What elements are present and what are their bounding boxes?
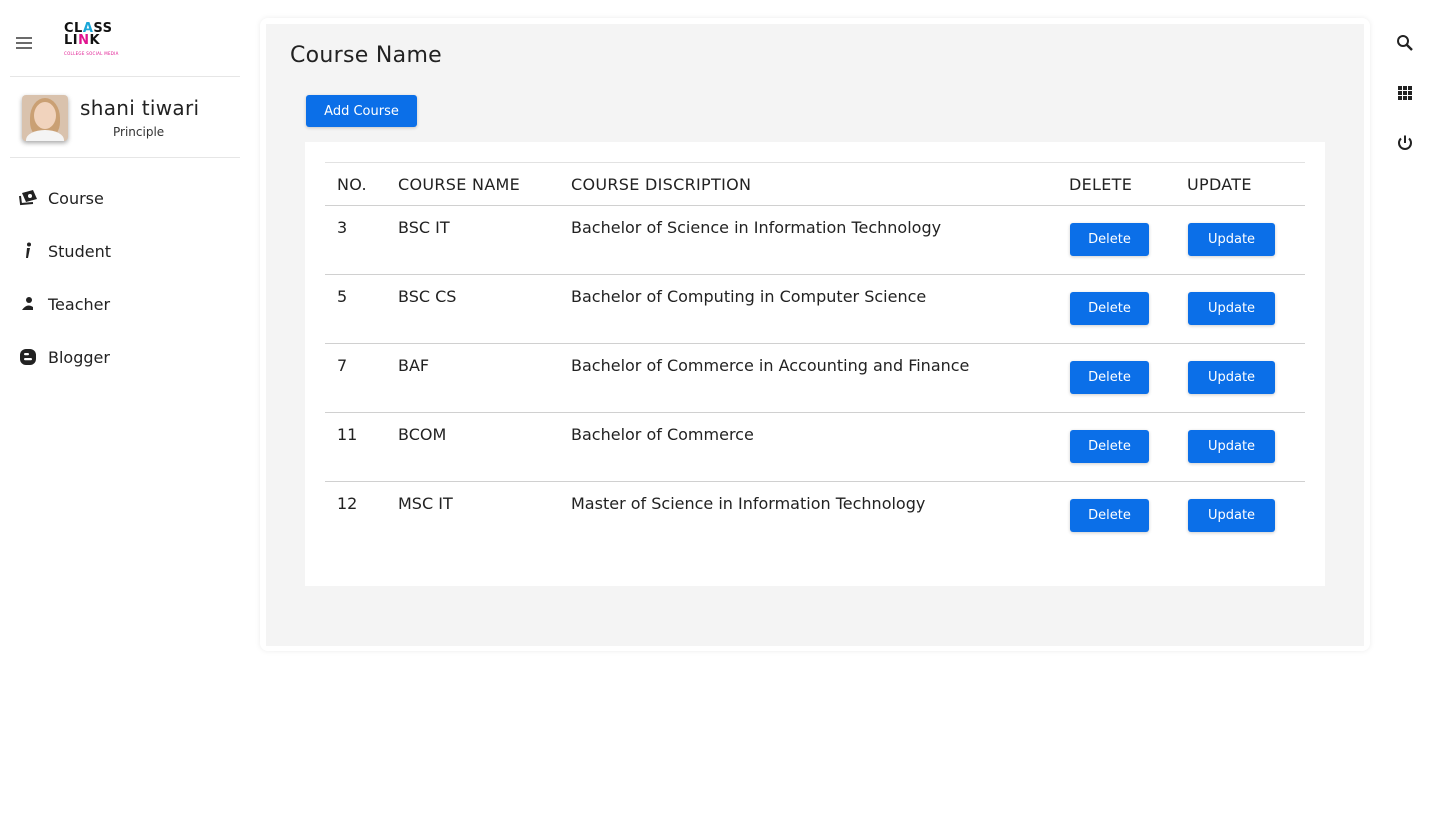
main-panel: Course Name Add Course NO. COURSE NAME C…	[266, 24, 1364, 646]
cell-course-name: MSC IT	[398, 494, 453, 513]
column-header-no: NO.	[337, 175, 367, 194]
course-table: NO. COURSE NAME COURSE DISCRIPTION DELET…	[325, 162, 1305, 551]
apps-grid-icon[interactable]	[1395, 83, 1415, 103]
sidebar-item-label: Teacher	[48, 295, 111, 314]
cell-description: Bachelor of Commerce	[571, 425, 754, 444]
user-name: shani tiwari	[80, 96, 200, 120]
delete-button[interactable]: Delete	[1070, 499, 1149, 532]
sidebar: CLASS LINK COLLEGE SOCIAL MEDIA shani ti…	[0, 0, 250, 818]
sidebar-item-label: Student	[48, 242, 111, 261]
table-header: NO. COURSE NAME COURSE DISCRIPTION DELET…	[325, 162, 1305, 206]
sidebar-item-student[interactable]: Student	[0, 229, 250, 282]
update-button[interactable]: Update	[1188, 361, 1275, 394]
column-header-course-name: COURSE NAME	[398, 175, 521, 194]
user-role: Principle	[113, 125, 165, 139]
update-button[interactable]: Update	[1188, 292, 1275, 325]
column-header-delete: DELETE	[1069, 175, 1133, 194]
teacher-icon	[19, 295, 37, 313]
table-row: 11 BCOM Bachelor of Commerce Delete Upda…	[325, 413, 1305, 482]
course-icon	[19, 189, 37, 207]
cell-description: Master of Science in Information Technol…	[571, 494, 926, 513]
divider	[10, 157, 240, 158]
sidebar-item-blogger[interactable]: Blogger	[0, 335, 250, 388]
table-row: 7 BAF Bachelor of Commerce in Accounting…	[325, 344, 1305, 413]
table-row: 3 BSC IT Bachelor of Science in Informat…	[325, 206, 1305, 275]
column-header-description: COURSE DISCRIPTION	[571, 175, 752, 194]
sidebar-item-course[interactable]: Course	[0, 176, 250, 229]
page-title: Course Name	[290, 43, 443, 68]
update-button[interactable]: Update	[1188, 499, 1275, 532]
app-logo[interactable]: CLASS LINK COLLEGE SOCIAL MEDIA	[64, 22, 124, 58]
update-button[interactable]: Update	[1188, 430, 1275, 463]
cell-no: 12	[337, 494, 358, 513]
sidebar-item-label: Course	[48, 189, 104, 208]
cell-course-name: BSC CS	[398, 287, 457, 306]
cell-description: Bachelor of Computing in Computer Scienc…	[571, 287, 927, 306]
delete-button[interactable]: Delete	[1070, 430, 1149, 463]
divider	[10, 76, 240, 77]
column-header-update: UPDATE	[1187, 175, 1252, 194]
table-row: 12 MSC IT Master of Science in Informati…	[325, 482, 1305, 551]
cell-description: Bachelor of Science in Information Techn…	[571, 218, 942, 237]
main-card: Course Name Add Course NO. COURSE NAME C…	[260, 18, 1370, 651]
delete-button[interactable]: Delete	[1070, 292, 1149, 325]
power-icon[interactable]	[1395, 133, 1415, 153]
update-button[interactable]: Update	[1188, 223, 1275, 256]
sidebar-item-teacher[interactable]: Teacher	[0, 282, 250, 335]
student-icon	[19, 242, 37, 260]
cell-no: 11	[337, 425, 358, 444]
cell-course-name: BSC IT	[398, 218, 450, 237]
cell-description: Bachelor of Commerce in Accounting and F…	[571, 356, 970, 375]
avatar[interactable]	[22, 95, 68, 141]
sidebar-header: CLASS LINK COLLEGE SOCIAL MEDIA	[0, 0, 250, 76]
add-course-button[interactable]: Add Course	[306, 95, 417, 127]
cell-no: 5	[337, 287, 348, 306]
menu-icon[interactable]	[14, 33, 34, 53]
table-row: 5 BSC CS Bachelor of Computing in Comput…	[325, 275, 1305, 344]
delete-button[interactable]: Delete	[1070, 223, 1149, 256]
search-icon[interactable]	[1395, 33, 1415, 53]
sidebar-nav: Course Student Teacher Blogger	[0, 176, 250, 388]
delete-button[interactable]: Delete	[1070, 361, 1149, 394]
sidebar-item-label: Blogger	[48, 348, 110, 367]
course-table-card: NO. COURSE NAME COURSE DISCRIPTION DELET…	[305, 142, 1325, 586]
blogger-icon	[19, 348, 37, 366]
cell-course-name: BCOM	[398, 425, 447, 444]
cell-no: 7	[337, 356, 348, 375]
cell-no: 3	[337, 218, 348, 237]
cell-course-name: BAF	[398, 356, 430, 375]
user-profile: shani tiwari Principle	[0, 86, 250, 156]
